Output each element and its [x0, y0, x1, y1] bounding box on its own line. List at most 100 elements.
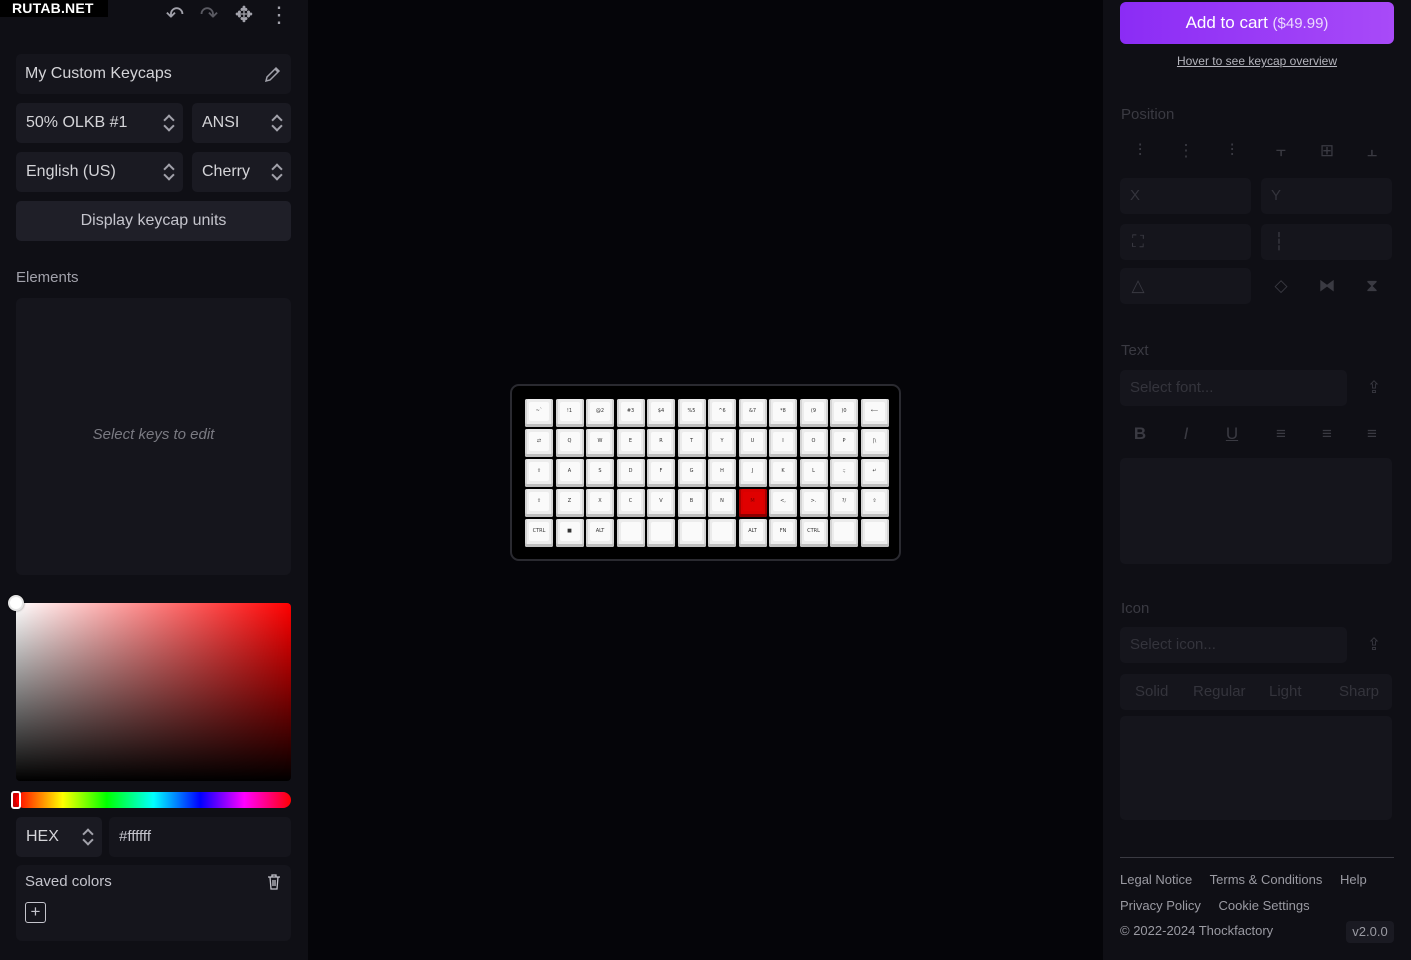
keycap[interactable]: Y [708, 429, 736, 457]
keycap[interactable]: G [677, 459, 706, 487]
keycap[interactable]: &7 [738, 399, 767, 427]
keycap[interactable]: ALT [586, 519, 614, 547]
keycap[interactable]: !1 [555, 399, 584, 427]
align-right-icon[interactable]: ⫶ [1212, 134, 1252, 168]
text-align-left-icon[interactable]: ≡ [1261, 417, 1301, 451]
x-input[interactable]: X [1120, 178, 1251, 214]
keycap[interactable]: FN [769, 519, 797, 547]
keycap[interactable] [860, 519, 889, 547]
spacing-input[interactable]: ┆ [1261, 224, 1392, 260]
flip-horizontal-icon[interactable]: ⧓ [1307, 269, 1347, 303]
keycap[interactable]: ⇄ [525, 429, 553, 457]
keycap[interactable]: $4 [647, 399, 675, 427]
keycap[interactable]: R [647, 429, 675, 457]
terms-link[interactable]: Terms & Conditions [1210, 872, 1323, 887]
y-input[interactable]: Y [1261, 178, 1392, 214]
align-center-h-icon[interactable]: ⋮ [1166, 134, 1206, 168]
pencil-icon[interactable] [264, 65, 282, 83]
add-to-cart-button[interactable]: Add to cart ($49.99) [1120, 2, 1394, 44]
align-middle-icon[interactable]: ⊞ [1307, 134, 1347, 168]
keycap[interactable]: Z [555, 489, 584, 517]
keycap[interactable]: ^6 [708, 399, 736, 427]
italic-icon[interactable]: I [1166, 417, 1206, 451]
trash-icon[interactable] [267, 874, 281, 890]
keycap[interactable]: A [555, 459, 584, 487]
keycap[interactable]: ⇧ [525, 489, 553, 517]
keycap[interactable] [830, 519, 858, 547]
icon-style-light[interactable]: Light [1269, 683, 1302, 700]
more-menu-icon[interactable]: ⋮ [266, 2, 292, 28]
keycap[interactable]: M [738, 489, 767, 517]
upload-icon[interactable]: ⇪ [1354, 628, 1394, 662]
keycap[interactable]: D [616, 459, 645, 487]
keycap[interactable]: )0 [830, 399, 858, 427]
keycap[interactable]: ALT [738, 519, 767, 547]
rotate-icon[interactable]: ◇ [1261, 269, 1301, 303]
keycap[interactable]: ?/ [830, 489, 858, 517]
standard-select[interactable]: ANSI [192, 103, 291, 143]
keycap[interactable]: N [708, 489, 736, 517]
keycap[interactable]: #3 [616, 399, 645, 427]
keycap[interactable]: CTRL [525, 519, 553, 547]
align-top-icon[interactable]: ⫟ [1261, 134, 1301, 168]
hue-slider-handle[interactable] [11, 791, 21, 809]
legal-notice-link[interactable]: Legal Notice [1120, 872, 1192, 887]
icon-style-sharp[interactable]: Sharp [1339, 683, 1379, 700]
keycap[interactable] [647, 519, 675, 547]
redo-icon[interactable]: ↷ [196, 2, 222, 28]
keycap[interactable]: |\ [860, 429, 889, 457]
hue-slider[interactable] [16, 792, 291, 808]
keycap[interactable]: CTRL [799, 519, 828, 547]
keycap[interactable]: (9 [799, 399, 828, 427]
underline-icon[interactable]: U [1212, 417, 1252, 451]
language-select[interactable]: English (US) [16, 152, 183, 192]
keycap[interactable]: Q [555, 429, 584, 457]
keycap[interactable]: ⇧ [860, 489, 889, 517]
keycap[interactable]: I [769, 429, 797, 457]
add-saved-color-button[interactable]: + [25, 902, 46, 923]
text-align-right-icon[interactable]: ≡ [1352, 417, 1392, 451]
keycap[interactable]: F [647, 459, 675, 487]
keycap[interactable]: J [738, 459, 767, 487]
icon-style-solid[interactable]: Solid [1135, 683, 1168, 700]
project-name-field[interactable]: My Custom Keycaps [16, 54, 291, 94]
keycap[interactable]: C [616, 489, 645, 517]
keycap[interactable]: B [677, 489, 706, 517]
keycap[interactable]: P [830, 429, 858, 457]
keycap[interactable]: ↵ [860, 459, 889, 487]
keycap[interactable]: E [616, 429, 645, 457]
keycap[interactable]: <, [769, 489, 797, 517]
keycap[interactable]: ~` [525, 399, 553, 427]
keycap[interactable] [677, 519, 706, 547]
privacy-policy-link[interactable]: Privacy Policy [1120, 898, 1201, 913]
keycap[interactable]: L [799, 459, 828, 487]
keycap[interactable]: ■ [555, 519, 584, 547]
magic-wand-icon[interactable]: ✥ [231, 2, 257, 28]
keycap[interactable]: *8 [769, 399, 797, 427]
keycap[interactable]: U [738, 429, 767, 457]
keycap[interactable]: >. [799, 489, 828, 517]
keycap[interactable]: @2 [586, 399, 614, 427]
keycap-overview-link[interactable]: Hover to see keycap overview [1103, 54, 1411, 68]
keycap[interactable]: ⇪ [525, 459, 553, 487]
flip-vertical-icon[interactable]: ⧗ [1352, 269, 1392, 303]
undo-icon[interactable]: ↶ [162, 2, 188, 28]
keycap[interactable]: W [586, 429, 614, 457]
layout-select[interactable]: 50% OLKB #1 [16, 103, 183, 143]
align-bottom-icon[interactable]: ⫠ [1352, 134, 1392, 168]
display-keycap-units-button[interactable]: Display keycap units [16, 201, 291, 241]
keycap[interactable] [616, 519, 645, 547]
color-mode-select[interactable]: HEX [16, 817, 102, 857]
keycap[interactable]: S [586, 459, 614, 487]
rotation-input[interactable]: △ [1120, 268, 1251, 304]
keycap[interactable]: V [647, 489, 675, 517]
icon-select[interactable]: Select icon... [1120, 627, 1347, 663]
font-select[interactable]: Select font... [1120, 370, 1347, 406]
cookie-settings-link[interactable]: Cookie Settings [1219, 898, 1310, 913]
keycap[interactable] [708, 519, 736, 547]
hex-color-input[interactable]: #ffffff [109, 817, 291, 857]
saturation-value-picker[interactable] [16, 603, 291, 781]
upload-font-icon[interactable]: ⇪ [1354, 371, 1394, 405]
profile-select[interactable]: Cherry [192, 152, 291, 192]
keycap[interactable]: O [799, 429, 828, 457]
